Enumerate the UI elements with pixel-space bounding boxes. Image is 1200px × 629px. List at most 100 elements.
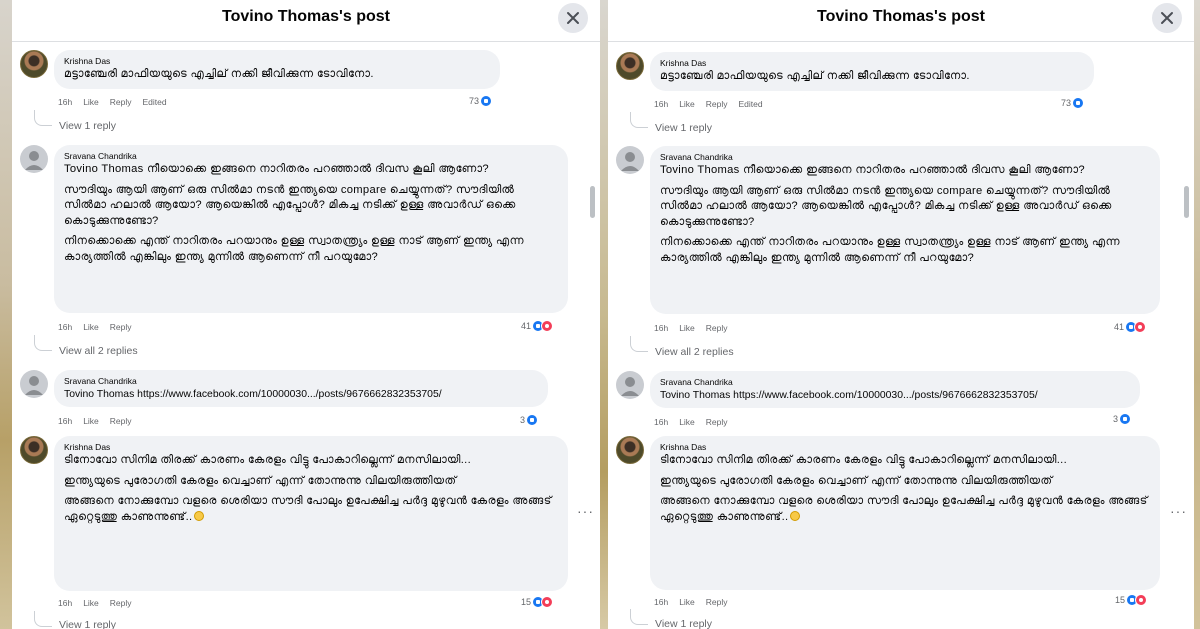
edited-label: Edited	[142, 97, 167, 107]
reaction-summary[interactable]: 41	[521, 320, 554, 332]
comment-author[interactable]: Krishna Das	[660, 441, 1148, 453]
comment-age[interactable]: 16h	[58, 416, 72, 426]
reply-link[interactable]: Reply	[706, 597, 728, 607]
reply-link[interactable]: Reply	[110, 97, 132, 107]
reply-link[interactable]: Reply	[110, 416, 132, 426]
shared-link[interactable]: https://www.facebook.com/10000030.../pos…	[137, 389, 441, 400]
view-replies-link[interactable]: View 1 reply	[655, 122, 712, 134]
comment-age[interactable]: 16h	[58, 322, 72, 332]
close-button[interactable]	[558, 3, 588, 33]
comment-age[interactable]: 16h	[654, 99, 668, 109]
comment-author[interactable]: Krishna Das	[660, 57, 1082, 69]
avatar[interactable]	[616, 146, 644, 174]
mention-link[interactable]: Tovino Thomas	[660, 390, 730, 401]
love-reaction-icon	[541, 596, 554, 608]
default-avatar-icon	[25, 151, 43, 170]
comment-text: ടിനോവോ സിനിമ തിരക്ക് കാരണം കേരളം വിട്ടു …	[64, 454, 471, 466]
like-link[interactable]: Like	[679, 417, 695, 427]
scrollbar-thumb[interactable]	[1184, 186, 1189, 218]
avatar[interactable]	[616, 436, 644, 464]
comment-text: ഇന്ത്യയുടെ പുരോഗതി കേരളം വെച്ചാണ് എന്ന് …	[64, 474, 457, 487]
comment-author[interactable]: Sravana Chandrika	[660, 151, 1148, 163]
scrollbar-thumb[interactable]	[590, 186, 595, 218]
comment-age[interactable]: 16h	[58, 598, 72, 608]
view-replies-link[interactable]: View 1 reply	[655, 618, 712, 629]
comment-text: അങ്ങനെ നോക്കുമ്പോ വളരെ ശെരിയാ സൗദി പോലും…	[660, 495, 1148, 523]
reaction-summary[interactable]: 3	[1113, 413, 1132, 425]
comment-text: അങ്ങനെ നോക്കുമ്പോ വളരെ ശെരിയാ സൗദി പോലും…	[64, 495, 552, 523]
reaction-summary[interactable]: 41	[1114, 321, 1147, 333]
like-link[interactable]: Like	[83, 97, 99, 107]
grinning-emoji-icon	[790, 510, 801, 521]
comment-text: ഇന്ത്യയുടെ പുരോഗതി കേരളം വെച്ചാണ് എന്ന് …	[660, 474, 1053, 487]
comment-author[interactable]: Krishna Das	[64, 441, 556, 453]
reaction-count: 73	[469, 96, 480, 106]
comment-bubble: Sravana Chandrika Tovino Thomas നീയൊക്കെ…	[54, 145, 568, 313]
reply-link[interactable]: Reply	[110, 322, 132, 332]
reaction-summary[interactable]: 3	[520, 414, 539, 426]
comment-text: സൗദിയും ആയി ആണ് ഒരു സിൽമാ നടൻ ഇന്ത്യയെ c…	[660, 184, 1112, 228]
comment-text: മട്ടാഞ്ചേരി മാഫിയയുടെ എച്ചില് നക്കി ജീവി…	[64, 68, 374, 80]
view-replies-link[interactable]: View all 2 replies	[655, 346, 734, 358]
comment-actions: 16h Like Reply	[654, 417, 739, 427]
reply-link[interactable]: Reply	[706, 417, 728, 427]
love-reaction-icon	[541, 320, 554, 332]
avatar[interactable]	[20, 145, 48, 173]
comment-author[interactable]: Krishna Das	[64, 55, 488, 67]
dialog-header: Tovino Thomas's post	[12, 0, 600, 42]
default-avatar-icon	[621, 377, 639, 396]
close-button[interactable]	[1152, 3, 1182, 33]
comment-author[interactable]: Sravana Chandrika	[64, 150, 556, 162]
comment-bubble: Krishna Das മട്ടാഞ്ചേരി മാഫിയയുടെ എച്ചില…	[54, 50, 500, 89]
mention-link[interactable]: Tovino Thomas	[64, 163, 144, 175]
edited-label: Edited	[738, 99, 763, 109]
reaction-summary[interactable]: 15	[1115, 594, 1148, 606]
comment-age[interactable]: 16h	[654, 323, 668, 333]
comment-bubble: Sravana Chandrika Tovino Thomas https://…	[54, 370, 548, 407]
like-link[interactable]: Like	[679, 597, 695, 607]
comment-bubble: Krishna Das ടിനോവോ സിനിമ തിരക്ക് കാരണം ക…	[54, 436, 568, 591]
comment-actions: 16h Like Reply	[58, 322, 143, 332]
comment-age[interactable]: 16h	[654, 417, 668, 427]
comment-text: നിനക്കൊക്കെ എന്ത് നാറിതരം പറയാനും ഉള്ള സ…	[660, 236, 1121, 264]
dialog-title: Tovino Thomas's post	[817, 8, 985, 25]
avatar[interactable]	[20, 50, 48, 78]
like-link[interactable]: Like	[679, 323, 695, 333]
reaction-count: 15	[521, 597, 532, 607]
view-replies-link[interactable]: View 1 reply	[59, 120, 116, 132]
avatar[interactable]	[20, 436, 48, 464]
love-reaction-icon	[1134, 321, 1147, 333]
comment-age[interactable]: 16h	[58, 97, 72, 107]
avatar[interactable]	[616, 371, 644, 399]
mention-link[interactable]: Tovino Thomas	[660, 164, 740, 176]
reaction-summary[interactable]: 15	[521, 596, 554, 608]
shared-link[interactable]: https://www.facebook.com/10000030.../pos…	[733, 390, 1037, 401]
comment-text: നിനക്കൊക്കെ എന്ത് നാറിതരം പറയാനും ഉള്ള സ…	[64, 235, 525, 263]
comment-text: Tovino Thomas https://www.facebook.com/1…	[64, 387, 536, 403]
like-link[interactable]: Like	[679, 99, 695, 109]
like-link[interactable]: Like	[83, 322, 99, 332]
comment-author[interactable]: Sravana Chandrika	[64, 375, 536, 387]
reaction-summary[interactable]: 73	[1061, 97, 1085, 109]
reply-link[interactable]: Reply	[110, 598, 132, 608]
screenshot-stage: Tovino Thomas's post ··· Krishna Das മട്…	[0, 0, 1200, 629]
comment-age[interactable]: 16h	[654, 597, 668, 607]
comment-author[interactable]: Sravana Chandrika	[660, 376, 1128, 388]
reply-thread-line	[34, 611, 52, 627]
reply-thread-line	[34, 110, 52, 126]
mention-link[interactable]: Tovino Thomas	[64, 389, 134, 400]
dialog-header: Tovino Thomas's post	[608, 0, 1194, 42]
view-replies-link[interactable]: View 1 reply	[59, 619, 116, 629]
reply-link[interactable]: Reply	[706, 323, 728, 333]
more-options-icon[interactable]: ···	[577, 503, 594, 519]
more-options-icon[interactable]: ···	[1170, 503, 1187, 519]
dialog-title: Tovino Thomas's post	[222, 8, 390, 25]
avatar[interactable]	[616, 52, 644, 80]
reaction-count: 41	[1114, 322, 1125, 332]
like-link[interactable]: Like	[83, 416, 99, 426]
avatar[interactable]	[20, 370, 48, 398]
reply-link[interactable]: Reply	[706, 99, 728, 109]
view-replies-link[interactable]: View all 2 replies	[59, 345, 138, 357]
reaction-summary[interactable]: 73	[469, 95, 493, 107]
like-link[interactable]: Like	[83, 598, 99, 608]
